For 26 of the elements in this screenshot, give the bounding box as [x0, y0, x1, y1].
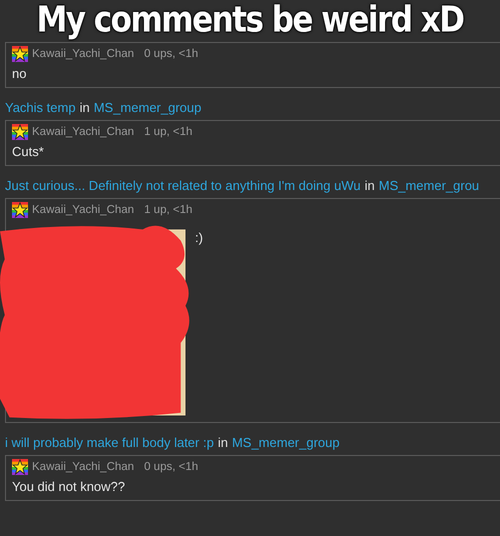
comment-text: no — [12, 66, 28, 81]
comment-meta: 1 up, <1h — [144, 204, 192, 216]
in-label: in — [364, 178, 375, 193]
post-title-link[interactable]: i will probably make full body later :p — [5, 435, 214, 450]
author-link[interactable]: Kawaii_Yachi_Chan — [32, 126, 134, 138]
in-label: in — [218, 435, 228, 450]
rainbow-star-icon — [12, 46, 28, 62]
comment-text: You did not know?? — [12, 479, 126, 494]
group-link[interactable]: MS_memer_grou — [378, 178, 480, 193]
author-link[interactable]: Kawaii_Yachi_Chan — [32, 48, 134, 60]
comment-text: Cuts* — [12, 144, 45, 159]
author-link[interactable]: Kawaii_Yachi_Chan — [32, 204, 134, 216]
group-link[interactable]: MS_memer_group — [94, 100, 202, 115]
comment-meta: 1 up, <1h — [144, 126, 192, 138]
post-title-link[interactable]: Yachis temp — [5, 100, 76, 115]
comment-text: :) — [195, 230, 203, 245]
meme-caption: My comments be weird xD — [36, 0, 464, 41]
rainbow-star-icon — [12, 202, 28, 218]
group-link[interactable]: MS_memer_group — [232, 435, 340, 450]
rainbow-star-icon — [12, 459, 28, 475]
comment-meta: 0 ups, <1h — [144, 48, 198, 60]
comment-meta: 0 ups, <1h — [144, 461, 198, 473]
in-label: in — [80, 100, 90, 115]
post-title-link[interactable]: Just curious... Definitely not related to anything I'm doing uWu — [5, 178, 361, 193]
author-link[interactable]: Kawaii_Yachi_Chan — [32, 461, 134, 473]
rainbow-star-icon — [12, 124, 28, 140]
